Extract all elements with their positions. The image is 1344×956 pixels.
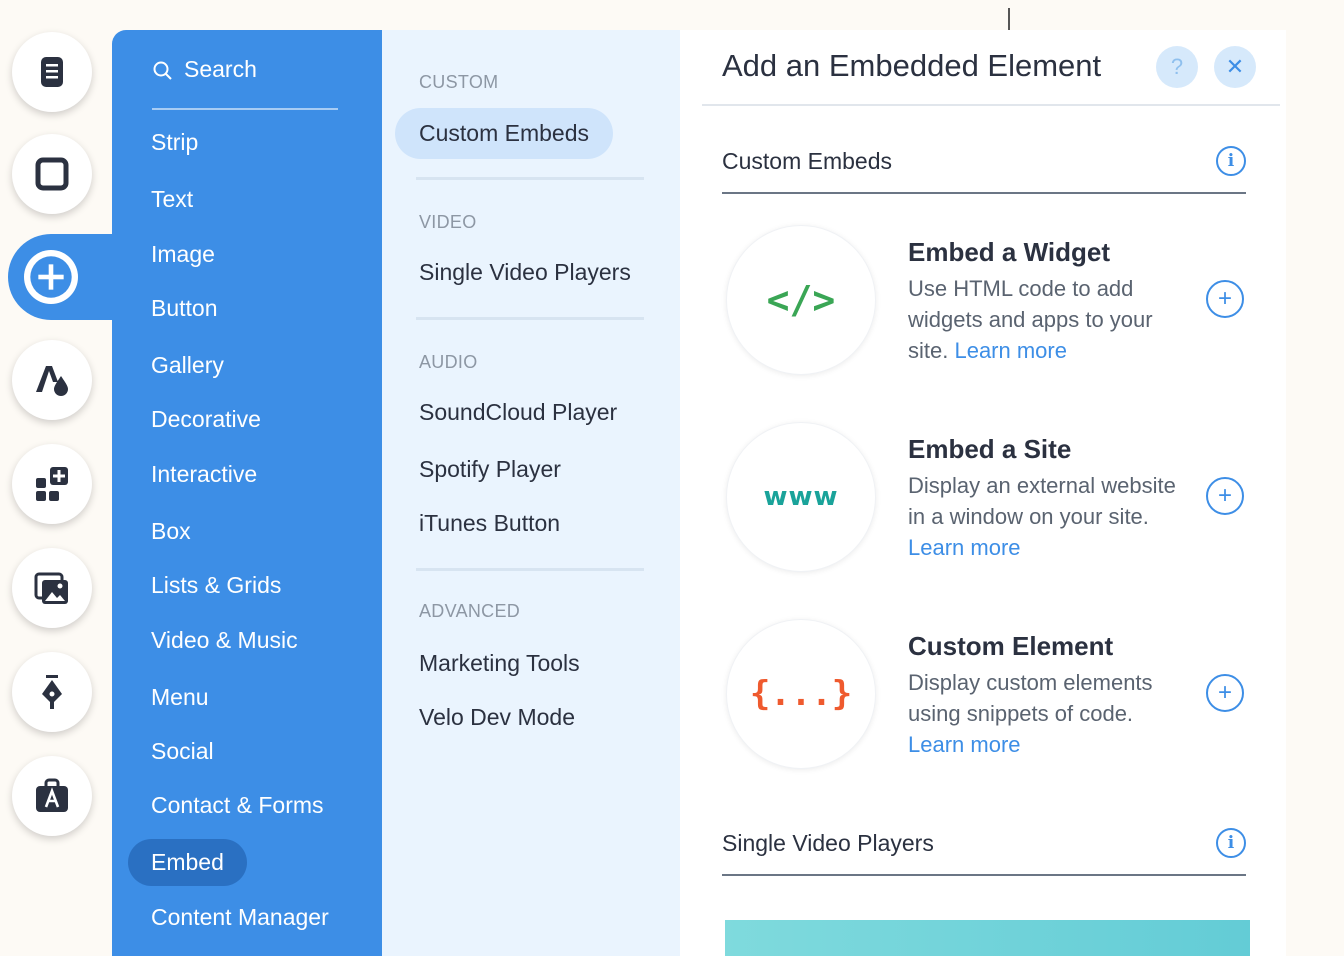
add-icon: [30, 256, 72, 298]
section-title: Custom Embeds: [722, 148, 893, 174]
card-title: Embed a Site: [908, 434, 1072, 464]
card-description: Display an external website in a window …: [908, 470, 1188, 563]
help-button[interactable]: ?: [1156, 46, 1198, 88]
subcategory-heading-custom: CUSTOM: [419, 72, 499, 92]
plus-icon: +: [1217, 679, 1232, 706]
panel-title: Add an Embedded Element: [722, 48, 1102, 83]
category-gallery[interactable]: Gallery: [151, 352, 224, 379]
category-menu[interactable]: Menu: [151, 684, 209, 711]
subcategory-divider: [416, 317, 644, 320]
info-icon[interactable]: i: [1216, 828, 1246, 858]
add-custom-element-button[interactable]: +: [1206, 674, 1244, 712]
www-icon: www: [763, 482, 839, 512]
background-button[interactable]: [12, 134, 92, 214]
category-strip[interactable]: Strip: [151, 129, 198, 156]
close-button[interactable]: ✕: [1214, 46, 1256, 88]
media-button[interactable]: [12, 548, 92, 628]
category-image[interactable]: Image: [151, 241, 215, 268]
braces-icon: {...}: [749, 674, 853, 714]
category-button[interactable]: Button: [151, 295, 218, 322]
category-box[interactable]: Box: [151, 518, 191, 545]
theme-button[interactable]: [12, 340, 92, 420]
section-header-single-video-players: Single Video Players i: [722, 828, 1246, 876]
subcategory-divider: [416, 177, 644, 180]
search-icon: [153, 61, 172, 80]
learn-more-link[interactable]: Learn more: [908, 732, 1021, 757]
embed-panel: Add an Embedded Element ? ✕ Custom Embed…: [680, 30, 1286, 956]
section-header-custom-embeds: Custom Embeds i: [722, 146, 1246, 194]
subcategory-custom-embeds[interactable]: Custom Embeds: [395, 108, 614, 159]
subcategory-heading-video: VIDEO: [419, 212, 477, 232]
subcategory-spotify-player[interactable]: Spotify Player: [419, 456, 561, 483]
category-decorative[interactable]: Decorative: [151, 406, 261, 433]
blog-icon: [42, 675, 62, 709]
embed-site-thumbnail[interactable]: www: [726, 422, 876, 572]
video-player-preview[interactable]: [725, 920, 1250, 956]
apps-icon: [36, 467, 68, 501]
card-description: Display custom elements using snippets o…: [908, 667, 1188, 760]
card-description-text: Display custom elements using snippets o…: [908, 670, 1153, 726]
category-text[interactable]: Text: [151, 186, 193, 213]
search-field[interactable]: Search: [152, 56, 338, 110]
help-icon: ?: [1170, 54, 1184, 79]
category-interactive[interactable]: Interactive: [151, 461, 257, 488]
embed-widget-thumbnail[interactable]: </>: [726, 225, 876, 375]
background-icon: [35, 157, 69, 191]
category-contact-forms[interactable]: Contact & Forms: [151, 792, 324, 819]
card-title: Custom Element: [908, 631, 1114, 661]
theme-icon: [36, 366, 68, 396]
card-description: Use HTML code to add widgets and apps to…: [908, 273, 1188, 366]
title-divider: [702, 104, 1280, 106]
subcategory-heading-advanced: ADVANCED: [419, 601, 521, 621]
blog-button[interactable]: [12, 652, 92, 732]
subcategory-panel: CUSTOM Custom Embeds VIDEO Single Video …: [382, 30, 680, 956]
custom-element-thumbnail[interactable]: {...}: [726, 619, 876, 769]
category-social[interactable]: Social: [151, 738, 214, 765]
pages-button[interactable]: [12, 32, 92, 112]
category-lists-grids[interactable]: Lists & Grids: [151, 572, 281, 599]
store-button[interactable]: [12, 756, 92, 836]
add-widget-button[interactable]: +: [1206, 280, 1244, 318]
category-video-music[interactable]: Video & Music: [151, 627, 298, 654]
pages-icon: [41, 57, 63, 87]
add-button[interactable]: [24, 250, 78, 304]
section-title: Single Video Players: [722, 830, 934, 856]
category-embed[interactable]: Embed: [128, 839, 247, 886]
subcategory-marketing-tools[interactable]: Marketing Tools: [419, 650, 580, 677]
subcategory-heading-audio: AUDIO: [419, 352, 478, 372]
subcategory-soundcloud-player[interactable]: SoundCloud Player: [419, 399, 617, 426]
subcategory-velo-dev-mode[interactable]: Velo Dev Mode: [419, 704, 575, 731]
category-panel: Search Strip Text Image Button Gallery D…: [112, 30, 382, 956]
plus-icon: +: [1217, 482, 1232, 509]
apps-button[interactable]: [12, 444, 92, 524]
card-description-text: Display an external website in a window …: [908, 473, 1176, 529]
canvas-guide-line: [1008, 8, 1010, 30]
subcategory-itunes-button[interactable]: iTunes Button: [419, 510, 560, 537]
subcategory-single-video-players[interactable]: Single Video Players: [419, 259, 631, 286]
store-icon: [36, 778, 68, 812]
code-icon: </>: [766, 278, 836, 322]
plus-icon: +: [1217, 285, 1232, 312]
media-icon: [34, 572, 68, 604]
subcategory-divider: [416, 568, 644, 571]
add-site-button[interactable]: +: [1206, 477, 1244, 515]
category-content-manager[interactable]: Content Manager: [151, 904, 329, 931]
learn-more-link[interactable]: Learn more: [954, 338, 1067, 363]
learn-more-link[interactable]: Learn more: [908, 535, 1021, 560]
card-title: Embed a Widget: [908, 237, 1111, 267]
info-icon[interactable]: i: [1216, 146, 1246, 176]
close-icon: ✕: [1225, 54, 1245, 79]
search-label: Search: [184, 56, 257, 82]
